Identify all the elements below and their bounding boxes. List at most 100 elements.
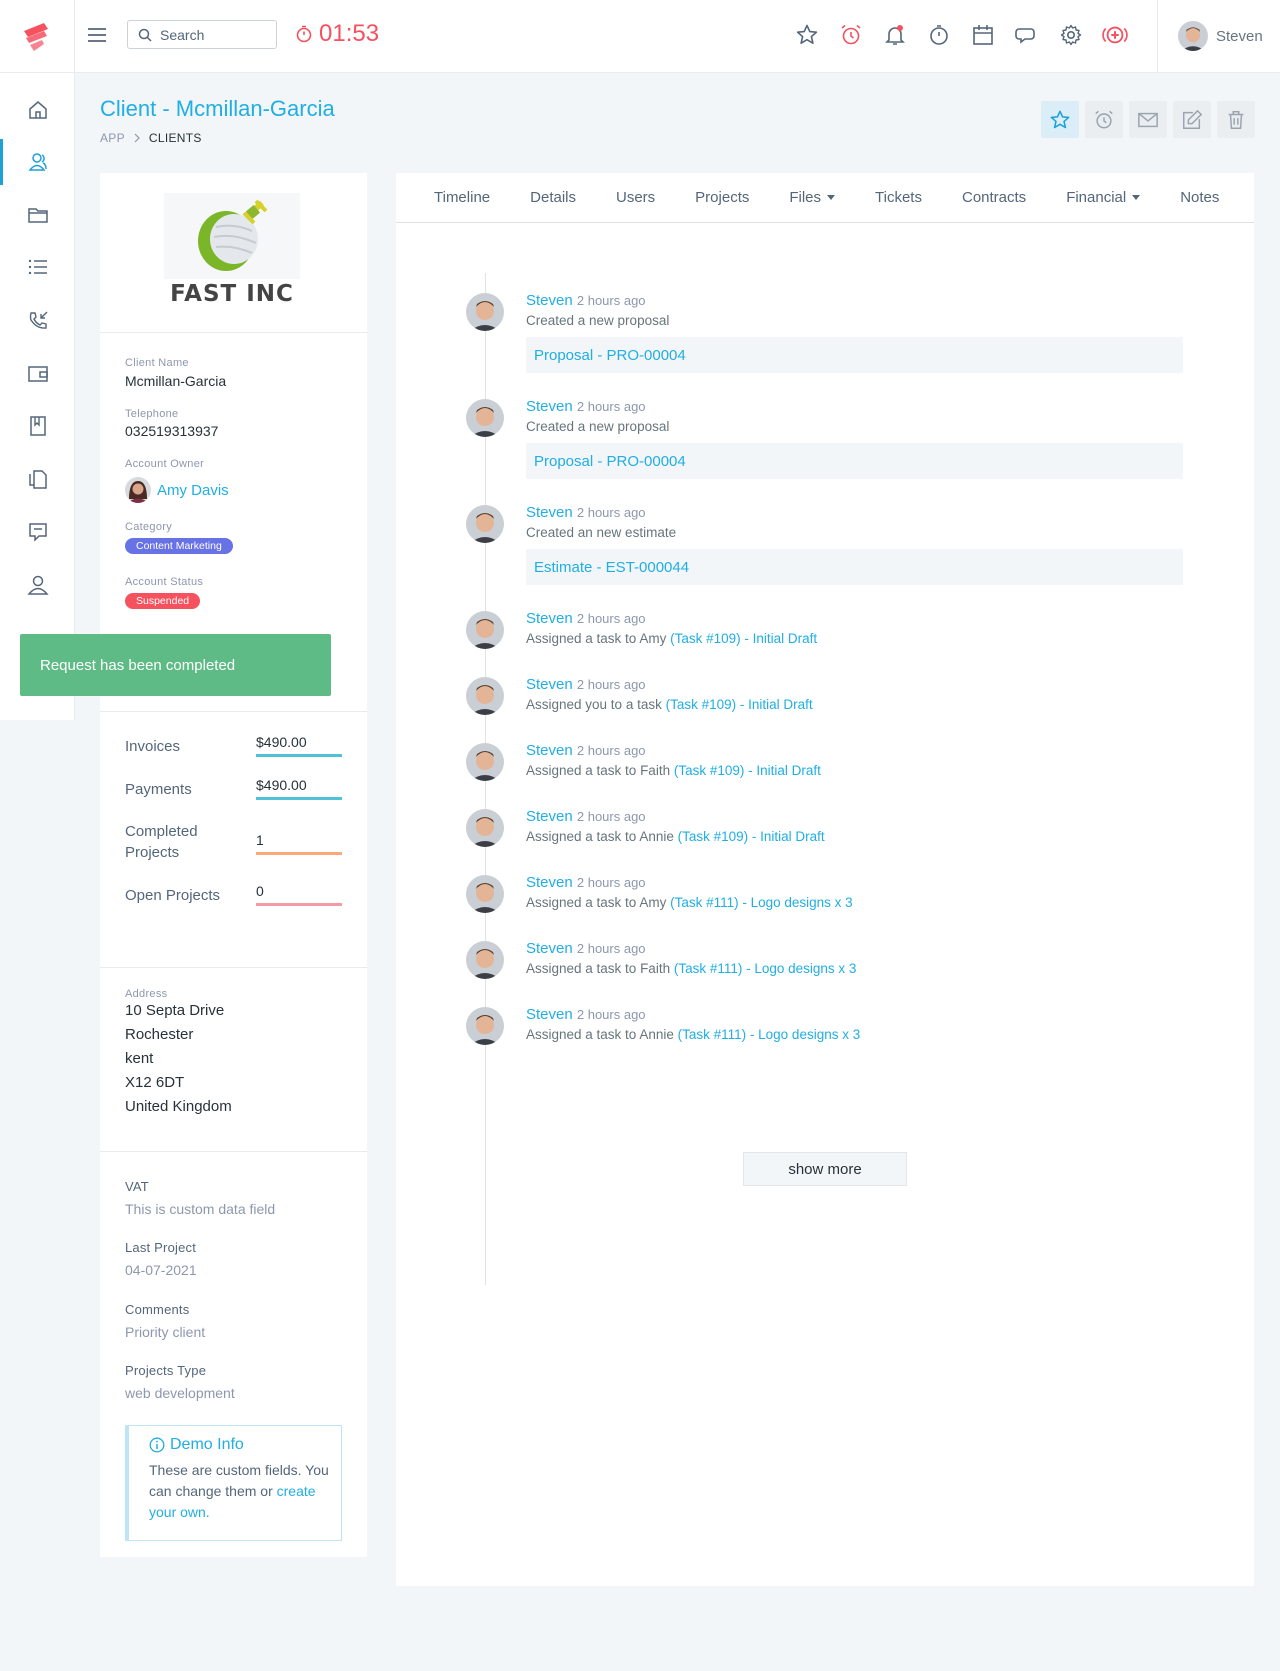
timeline-description: Assigned you to a task (Task #109) - Ini… [526,695,1183,715]
timeline-user[interactable]: Steven [526,504,573,521]
timeline-user[interactable]: Steven [526,1006,573,1023]
timeline-user[interactable]: Steven [526,874,573,891]
sidebar-item-team[interactable] [0,562,75,608]
delete-button[interactable] [1217,101,1255,138]
timeline-item-body: Steven 2 hours ago Created a new proposa… [526,397,1183,479]
timeline-task-link[interactable]: (Task #111) - Logo designs x 3 [670,895,853,910]
timeline-time: 2 hours ago [576,941,646,956]
tab-label: Financial [1066,189,1127,206]
plus-circle-icon[interactable] [1102,20,1128,50]
timer-value: 01:53 [319,20,380,47]
sidebar-item-sales[interactable] [0,351,75,397]
open-projects-value: 0 [256,883,342,906]
timeline-user[interactable]: Steven [526,940,573,957]
sidebar-item-projects[interactable] [0,192,75,238]
sidebar-item-leads[interactable] [0,298,75,344]
tab-users[interactable]: Users [596,189,675,206]
timeline-user[interactable]: Steven [526,742,573,759]
toast-message: Request has been completed [40,656,236,674]
tab-financial[interactable]: Financial [1046,189,1160,206]
timeline-task-link[interactable]: (Task #109) - Initial Draft [670,631,817,646]
tab-label: Projects [695,189,750,206]
calendar-icon[interactable] [970,20,996,50]
category-badge: Content Marketing [125,538,233,554]
timeline-user[interactable]: Steven [526,676,573,693]
timeline-document-link[interactable]: Proposal - PRO-00004 [526,337,1183,373]
timeline-user[interactable]: Steven [526,398,573,415]
success-toast[interactable]: Request has been completed [20,634,331,696]
tab-tickets[interactable]: Tickets [855,189,942,206]
timeline-time: 2 hours ago [576,875,646,890]
home-icon [28,101,47,119]
tab-notes[interactable]: Notes [1160,189,1239,206]
tab-contracts[interactable]: Contracts [942,189,1046,206]
tab-label: Contracts [961,189,1027,206]
edit-button[interactable] [1173,101,1211,138]
favorites-icon[interactable] [794,20,820,50]
mail-icon [1138,112,1158,127]
tab-details[interactable]: Details [510,189,596,206]
timeline-task-link[interactable]: (Task #109) - Initial Draft [678,829,825,844]
timeline-task-link[interactable]: (Task #111) - Logo designs x 3 [678,1027,861,1042]
search-input[interactable] [160,26,270,43]
timeline-card: Timeline Details Users Projects Files Ti… [396,173,1254,1586]
demo-info-title-text: Demo Info [170,1436,244,1453]
avatar [466,743,504,781]
tab-projects[interactable]: Projects [675,189,769,206]
sidebar-item-proposals[interactable] [0,456,75,502]
alarm-icon[interactable] [838,20,864,50]
timeline-document-link[interactable]: Estimate - EST-000044 [526,549,1183,585]
sidebar-item-clients[interactable] [0,139,75,185]
stopwatch-icon[interactable] [926,20,952,50]
timeline-text: Assigned you to a task [526,697,662,712]
show-more-button[interactable]: show more [743,1152,907,1186]
timeline-description: Assigned a task to Annie (Task #111) - L… [526,1025,1183,1045]
timeline-task-link[interactable]: (Task #111) - Logo designs x 3 [674,961,857,976]
timeline-text: Assigned a task to Amy [526,631,667,646]
users-icon [28,153,47,171]
app-logo[interactable] [0,0,75,73]
sidebar-item-home[interactable] [0,87,75,133]
star-icon [1050,110,1070,128]
gear-icon[interactable] [1058,20,1084,50]
sidebar [0,73,75,720]
tab-label: Notes [1180,189,1220,206]
user-name: Steven [1216,27,1263,45]
timeline-description: Created an new estimate [526,523,1183,543]
tab-files[interactable]: Files [769,189,855,206]
account-status-label: Account Status [125,576,204,588]
timeline-task-link[interactable]: (Task #109) - Initial Draft [666,697,813,712]
menu-toggle-icon[interactable] [86,24,108,46]
tab-timeline[interactable]: Timeline [414,189,510,206]
bell-icon[interactable] [882,20,908,50]
timeline-user[interactable]: Steven [526,610,573,627]
chat-icon[interactable] [1014,20,1040,50]
search-input-wrapper[interactable] [127,20,277,49]
sidebar-item-tasks[interactable] [0,244,75,290]
address-line: United Kingdom [125,1098,232,1115]
reminder-button[interactable] [1085,101,1123,138]
timeline-user[interactable]: Steven [526,808,573,825]
sidebar-item-tickets[interactable] [0,509,75,555]
payments-label: Payments [125,781,192,798]
timeline-time: 2 hours ago [576,677,646,692]
sidebar-item-contracts[interactable] [0,403,75,449]
owner-avatar [125,477,151,503]
account-owner-label: Account Owner [125,458,205,470]
timeline-task-link[interactable]: (Task #109) - Initial Draft [674,763,821,778]
favorite-button[interactable] [1041,101,1079,138]
timeline-document-link[interactable]: Proposal - PRO-00004 [526,443,1183,479]
timer[interactable]: 01:53 [295,20,379,48]
user-menu[interactable]: Steven [1178,21,1263,51]
avatar [466,505,504,543]
timeline-item-header: Steven 2 hours ago [526,291,1183,311]
client-logo-text: FAST INC [170,281,294,307]
breadcrumb-app[interactable]: APP [100,131,125,145]
timeline-user[interactable]: Steven [526,292,573,309]
tab-label: Timeline [434,189,491,206]
caret-down-icon [827,195,836,200]
account-owner[interactable]: Amy Davis [125,477,229,503]
projects-type-value: web development [125,1385,235,1401]
divider [100,967,367,968]
email-button[interactable] [1129,101,1167,138]
